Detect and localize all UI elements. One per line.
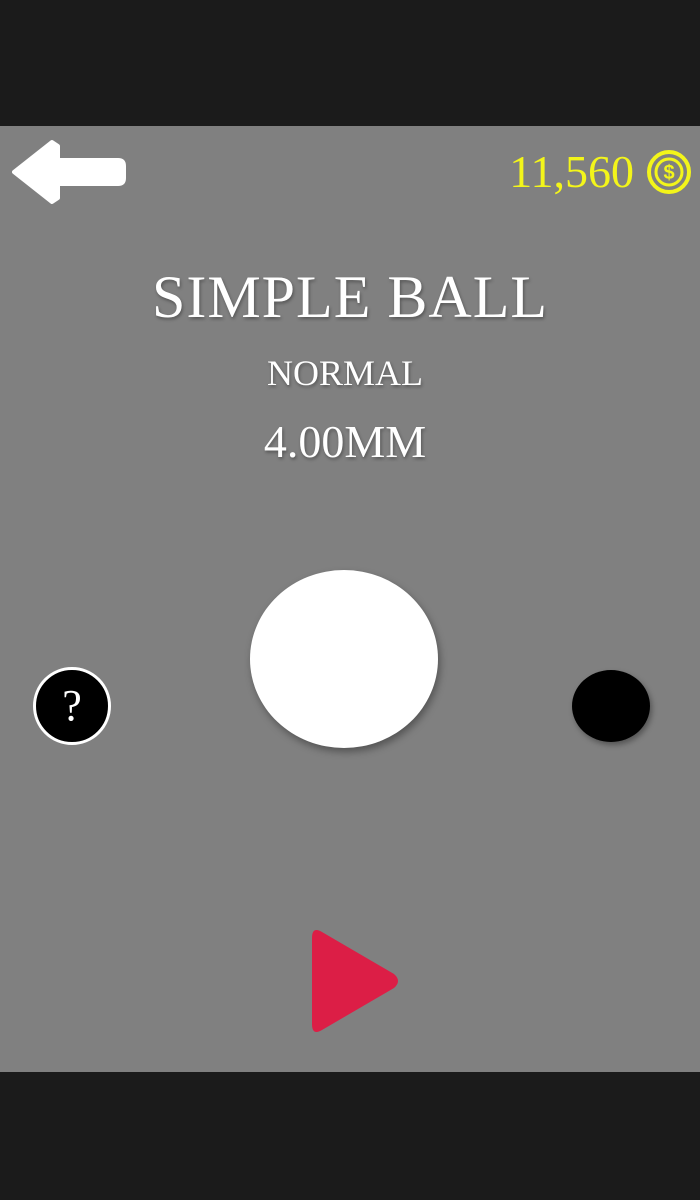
back-button[interactable] [12,138,128,210]
play-button[interactable] [302,926,404,1038]
selected-ball[interactable] [250,570,438,748]
bottom-letterbox [0,1072,700,1200]
ball-type: NORMAL [266,353,423,393]
coin-balance: 11,560 $ [509,144,692,200]
ball-name: SIMPLE BALL [151,264,549,330]
help-button[interactable]: ? [33,667,111,745]
svg-text:$: $ [663,162,674,184]
next-ball-button[interactable] [572,670,650,742]
coin-count: 11,560 [509,146,634,197]
ball-select-screen: 11,560 $ SIMPLE BALL NORMAL 4.00MM ? [0,126,700,1072]
ball-size: 4.00MM [263,416,427,467]
dollar-coin-icon: $ [647,150,691,194]
top-letterbox [0,0,700,126]
arrow-left-icon [12,140,126,204]
play-icon [312,930,398,1032]
